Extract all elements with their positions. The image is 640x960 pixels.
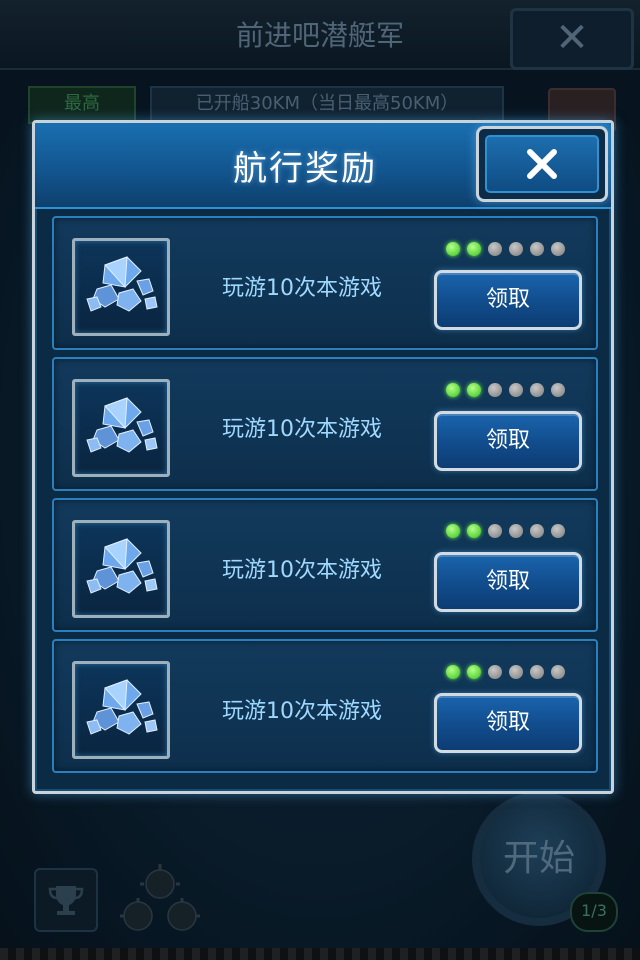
progress-dot [551,242,565,256]
diamonds-icon [72,238,170,336]
progress-dot [530,665,544,679]
progress-dot [509,242,523,256]
close-icon [485,135,599,193]
progress-dot [530,242,544,256]
progress-dot [509,665,523,679]
progress-dot [509,383,523,397]
dialog-close-button[interactable] [476,126,608,202]
progress-dot [551,665,565,679]
progress-dot [530,524,544,538]
progress-dot [488,524,502,538]
progress-dot [467,383,481,397]
reward-row: 玩游10次本游戏 领取 [52,216,598,350]
diamonds-icon [72,520,170,618]
progress-dot [446,524,460,538]
claim-button[interactable]: 领取 [434,270,582,330]
progress-dot [509,524,523,538]
task-label: 玩游10次本游戏 [222,417,382,442]
claim-button[interactable]: 领取 [434,552,582,612]
progress-dot [446,665,460,679]
task-label: 玩游10次本游戏 [222,276,382,301]
task-label: 玩游10次本游戏 [222,699,382,724]
progress-dots [446,524,576,540]
reward-row: 玩游10次本游戏 领取 [52,357,598,491]
progress-dot [467,242,481,256]
progress-dot [488,242,502,256]
claim-button[interactable]: 领取 [434,693,582,753]
task-label: 玩游10次本游戏 [222,558,382,583]
progress-dots [446,383,576,399]
progress-dot [467,665,481,679]
progress-dots [446,665,576,681]
claim-button[interactable]: 领取 [434,411,582,471]
progress-dot [488,383,502,397]
progress-dot [551,524,565,538]
progress-dot [467,524,481,538]
progress-dot [488,665,502,679]
progress-dot [446,242,460,256]
reward-row: 玩游10次本游戏 领取 [52,498,598,632]
diamonds-icon [72,661,170,759]
progress-dot [530,383,544,397]
progress-dot [551,383,565,397]
progress-dot [446,383,460,397]
diamonds-icon [72,379,170,477]
progress-dots [446,242,576,258]
reward-row: 玩游10次本游戏 领取 [52,639,598,773]
